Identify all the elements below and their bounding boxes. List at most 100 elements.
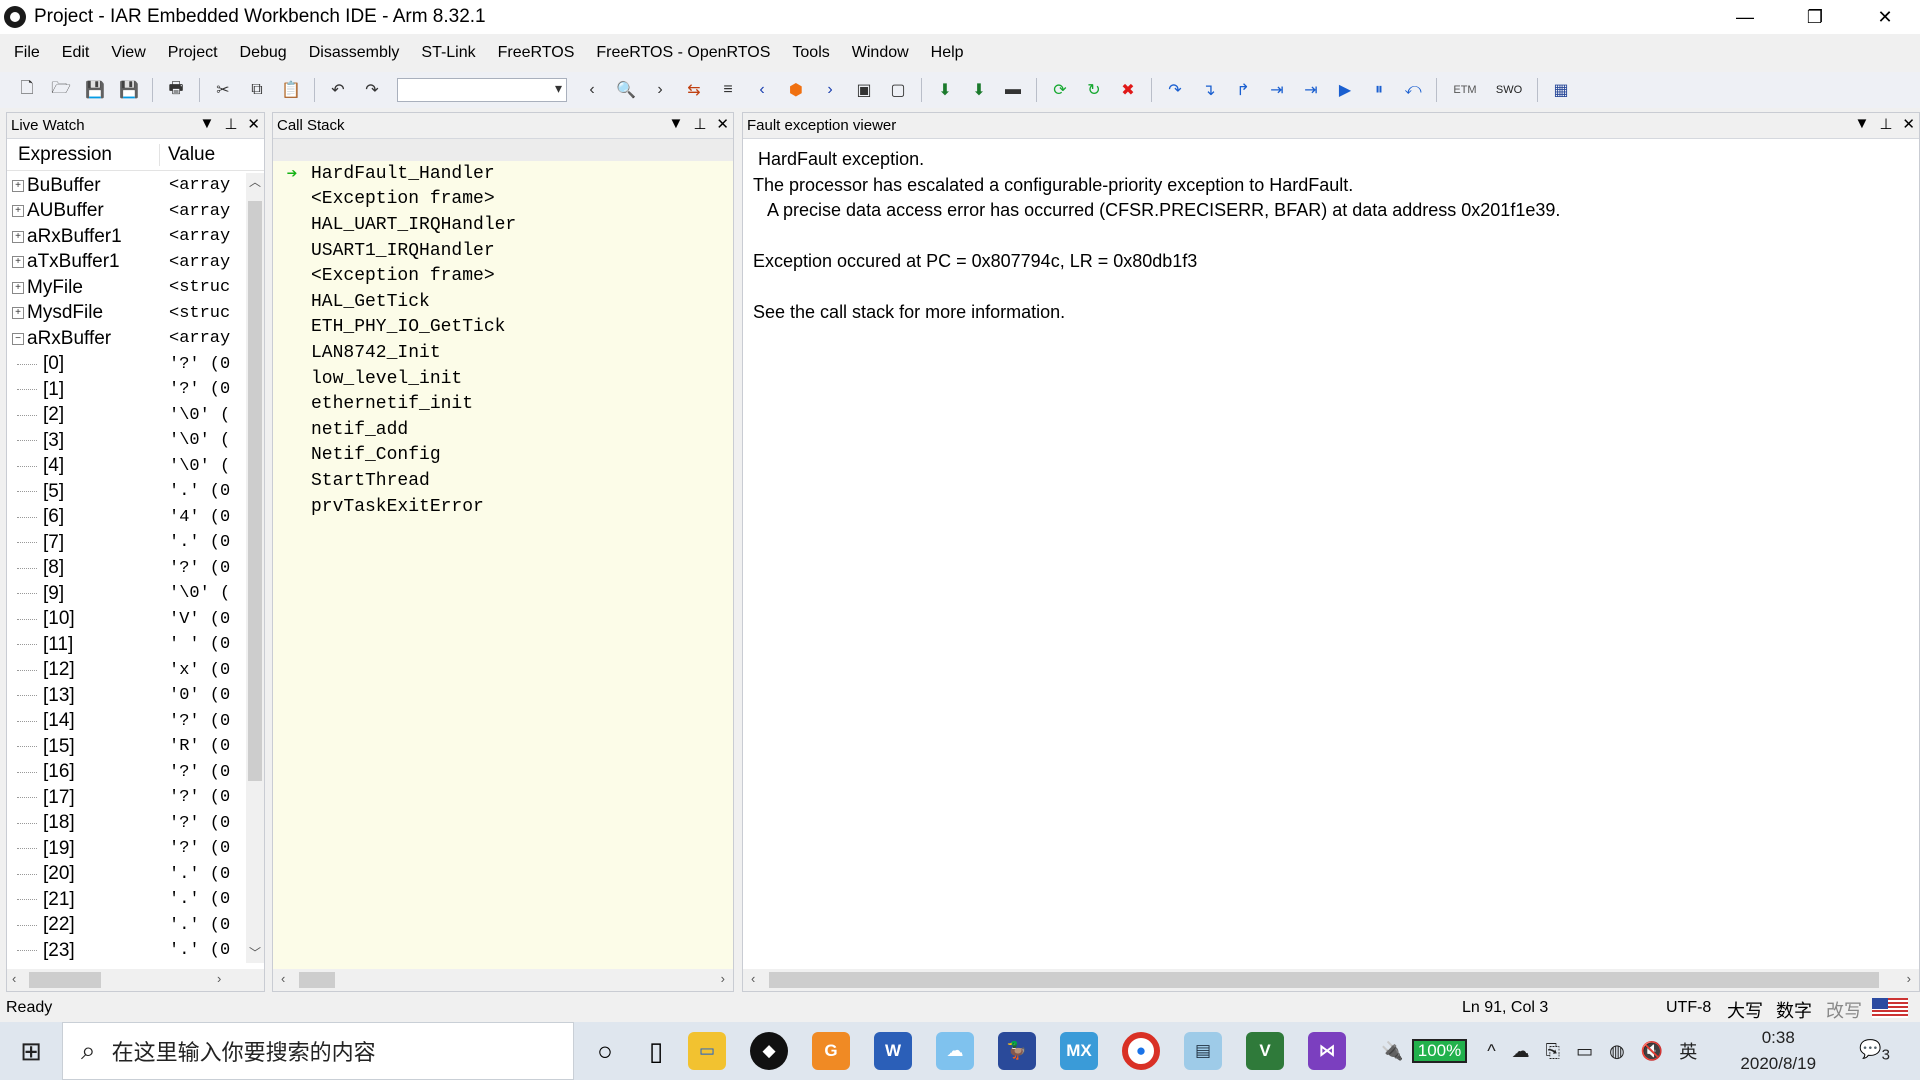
stop-build-icon[interactable]: ▬ xyxy=(1002,79,1024,101)
onedrive-icon[interactable]: ☁ xyxy=(1512,1041,1530,1062)
watch-row[interactable]: [14] '?' (0 xyxy=(7,709,247,735)
navigate-backward-icon[interactable]: ‹ xyxy=(751,79,773,101)
close-window-button[interactable]: ✕ xyxy=(1850,0,1920,34)
step-over-icon[interactable]: ↷ xyxy=(1164,79,1186,101)
live-watch-hscroll[interactable]: ‹ › xyxy=(7,969,264,991)
watch-row[interactable]: + MyFile <struc xyxy=(7,275,247,301)
watch-row[interactable]: [3] '\0' ( xyxy=(7,428,247,454)
plugin-icon[interactable]: ▦ xyxy=(1550,79,1572,101)
expand-toggle-icon[interactable]: + xyxy=(12,307,24,320)
call-stack-frame[interactable]: ETH_PHY_IO_GetTick xyxy=(273,315,733,341)
new-file-icon[interactable]: 🗋 xyxy=(16,79,38,101)
nav-forward-icon[interactable]: › xyxy=(649,79,671,101)
watch-row[interactable]: [5] '.' (0 xyxy=(7,479,247,505)
minimize-button[interactable]: — xyxy=(1710,0,1780,34)
menu-project[interactable]: Project xyxy=(168,44,218,62)
menu-freertos[interactable]: FreeRTOS xyxy=(498,44,575,62)
call-stack-frame[interactable]: prvTaskExitError xyxy=(273,494,733,520)
speaker-muted-icon[interactable]: 🔇 xyxy=(1641,1041,1663,1062)
scroll-thumb[interactable] xyxy=(29,972,101,988)
stm32cubemx-icon[interactable]: MX xyxy=(1048,1022,1110,1080)
watch-row[interactable]: [15] 'R' (0 xyxy=(7,734,247,760)
menu-freertos-openrtos[interactable]: FreeRTOS - OpenRTOS xyxy=(596,44,770,62)
scroll-thumb[interactable] xyxy=(299,972,335,988)
run-to-cursor-icon[interactable]: ⇥ xyxy=(1300,79,1322,101)
fault-viewer-hscroll[interactable]: ‹ › xyxy=(743,969,1919,991)
close-icon[interactable]: ✕ xyxy=(247,115,260,133)
scroll-down-icon[interactable]: ﹀ xyxy=(249,944,261,961)
pin-icon[interactable]: ⊥ xyxy=(1879,115,1892,133)
restore-button[interactable]: ❐ xyxy=(1780,0,1850,34)
break-icon[interactable]: ⏸ xyxy=(1368,79,1390,101)
watch-row[interactable]: [11] ' ' (0 xyxy=(7,632,247,658)
watch-row[interactable]: [13] '0' (0 xyxy=(7,683,247,709)
task-view-icon[interactable]: ▯ xyxy=(636,1022,676,1080)
panel-menu-icon[interactable]: ▼ xyxy=(199,115,214,133)
make-icon[interactable]: ▢ xyxy=(887,79,909,101)
panel-menu-icon[interactable]: ▼ xyxy=(1854,115,1869,133)
watch-row[interactable]: [12] 'x' (0 xyxy=(7,658,247,684)
call-stack-frame[interactable]: <Exception frame> xyxy=(273,187,733,213)
file-explorer-icon[interactable]: ▭ xyxy=(676,1022,738,1080)
word-icon[interactable]: W xyxy=(862,1022,924,1080)
watch-row[interactable]: − aRxBuffer <array xyxy=(7,326,247,352)
goto-bookmark-icon[interactable]: ≡ xyxy=(717,79,739,101)
save-icon[interactable]: 💾 xyxy=(84,79,106,101)
watch-row[interactable]: [0] '?' (0 xyxy=(7,352,247,378)
call-stack-frame[interactable]: low_level_init xyxy=(273,366,733,392)
call-stack-frame[interactable]: HAL_UART_IRQHandler xyxy=(273,212,733,238)
swo-button[interactable]: SWO xyxy=(1493,79,1525,101)
battery-icon[interactable]: ▭ xyxy=(1576,1041,1593,1062)
clock[interactable]: 0:38 2020/8/19 xyxy=(1723,1025,1833,1077)
ime-indicator[interactable]: 英 xyxy=(1679,1038,1697,1064)
undo-icon[interactable]: ↶ xyxy=(327,79,349,101)
watch-row[interactable]: [9] '\0' ( xyxy=(7,581,247,607)
call-stack-frame[interactable]: USART1_IRQHandler xyxy=(273,238,733,264)
go-icon[interactable]: ⟳ xyxy=(1049,79,1071,101)
call-stack-frame[interactable]: HAL_GetTick xyxy=(273,289,733,315)
next-statement-icon[interactable]: ⇥ xyxy=(1266,79,1288,101)
scroll-up-icon[interactable]: ︿ xyxy=(249,173,261,190)
taskbar-search[interactable]: ⌕ 在这里输入你要搜索的内容 xyxy=(62,1022,574,1080)
debug-no-download-icon[interactable]: ⬇ xyxy=(968,79,990,101)
visual-studio-icon[interactable]: ⋈ xyxy=(1296,1022,1358,1080)
compile-icon[interactable]: ▣ xyxy=(853,79,875,101)
menu-view[interactable]: View xyxy=(111,44,145,62)
watch-row[interactable]: [17] '?' (0 xyxy=(7,785,247,811)
menu-edit[interactable]: Edit xyxy=(62,44,90,62)
scroll-right-icon[interactable]: › xyxy=(1907,971,1911,986)
globe-icon[interactable]: ◍ xyxy=(1609,1041,1625,1062)
pin-icon[interactable]: ⊥ xyxy=(224,115,237,133)
reset-debug-icon[interactable]: ⤺ xyxy=(1402,79,1424,101)
watch-row[interactable]: + AUBuffer <array xyxy=(7,199,247,225)
scroll-right-icon[interactable]: › xyxy=(721,971,725,986)
column-value[interactable]: Value xyxy=(159,143,239,166)
scroll-right-icon[interactable]: › xyxy=(217,971,221,986)
watch-row[interactable]: [23] '.' (0 xyxy=(7,938,247,963)
watch-row[interactable]: [7] '.' (0 xyxy=(7,530,247,556)
control-panel-icon[interactable]: ▤ xyxy=(1172,1022,1234,1080)
call-stack-frame[interactable]: ➔ HardFault_Handler xyxy=(273,161,733,187)
copy-icon[interactable]: ⧉ xyxy=(246,79,268,101)
scroll-thumb[interactable] xyxy=(769,972,1879,988)
cut-icon[interactable]: ✂ xyxy=(212,79,234,101)
watch-row[interactable]: [20] '.' (0 xyxy=(7,862,247,888)
find-icon[interactable]: 🔍 xyxy=(615,79,637,101)
paste-icon[interactable]: 📋 xyxy=(280,79,302,101)
scroll-left-icon[interactable]: ‹ xyxy=(751,971,755,986)
go-play-icon[interactable]: ▶ xyxy=(1334,79,1356,101)
navigate-forward-icon[interactable]: › xyxy=(819,79,841,101)
keil-icon[interactable]: V xyxy=(1234,1022,1296,1080)
menu-file[interactable]: File xyxy=(14,44,40,62)
etm-button[interactable]: ETM xyxy=(1449,79,1481,101)
expand-toggle-icon[interactable]: + xyxy=(12,230,24,243)
iar-taskbar-icon[interactable]: ◆ xyxy=(738,1022,800,1080)
watch-row[interactable]: [8] '?' (0 xyxy=(7,556,247,582)
call-stack-frame[interactable]: netif_add xyxy=(273,417,733,443)
call-stack-frame[interactable]: ethernetif_init xyxy=(273,391,733,417)
chrome-icon[interactable]: ● xyxy=(1110,1022,1172,1080)
watch-row[interactable]: + BuBuffer <array xyxy=(7,173,247,199)
nav-back-icon[interactable]: ‹ xyxy=(581,79,603,101)
scroll-left-icon[interactable]: ‹ xyxy=(12,971,16,986)
expand-toggle-icon[interactable]: + xyxy=(12,205,24,218)
